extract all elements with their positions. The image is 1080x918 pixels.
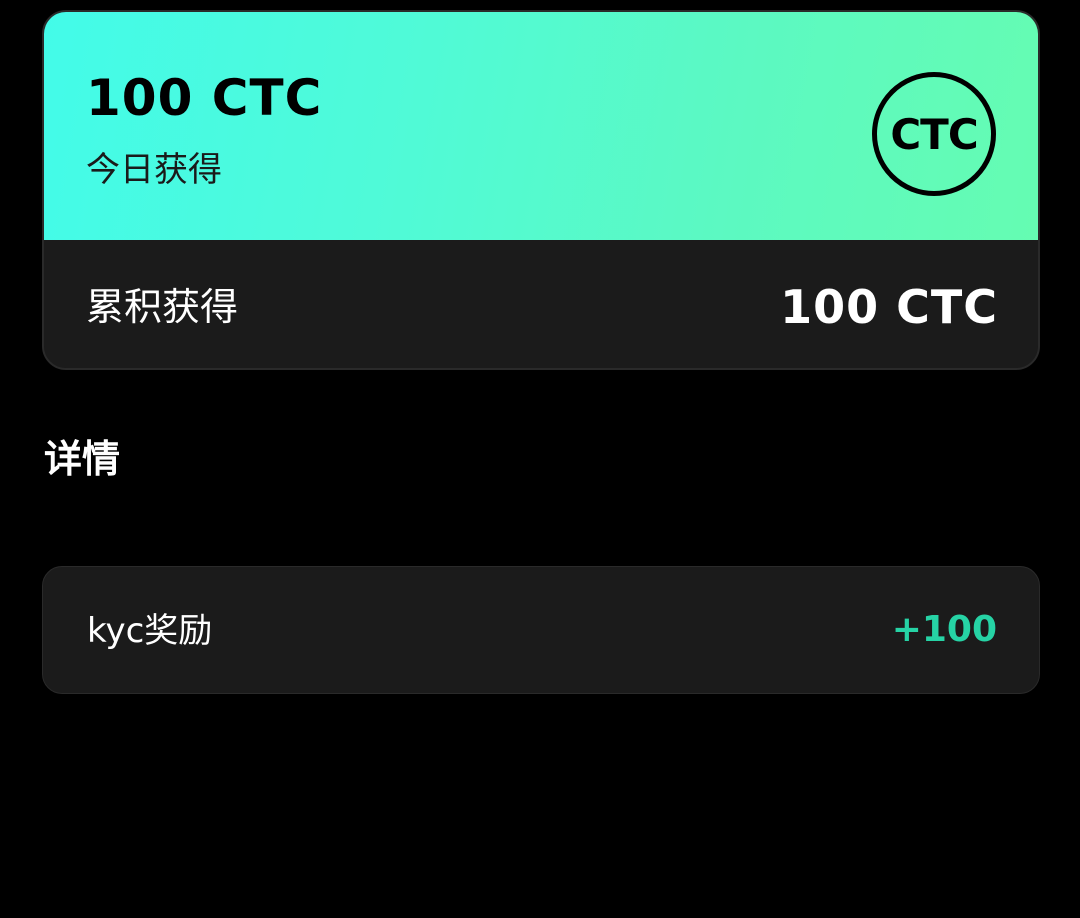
today-earnings-amount: 100 CTC [86, 69, 323, 127]
today-earnings-panel: 100 CTC 今日获得 CTC [44, 12, 1038, 240]
detail-item-value: +100 [891, 609, 997, 650]
earnings-summary-card: 100 CTC 今日获得 CTC 累积获得 100 CTC [42, 10, 1040, 370]
details-section-title: 详情 [44, 437, 121, 481]
detail-item-label: kyc奖励 [87, 611, 213, 651]
total-earnings-label: 累积获得 [86, 285, 239, 329]
list-item[interactable]: kyc奖励 +100 [42, 566, 1040, 694]
total-earnings-amount: 100 CTC [780, 280, 998, 334]
total-earnings-row: 累积获得 100 CTC [44, 240, 1038, 368]
today-earnings-label: 今日获得 [86, 150, 222, 190]
ctc-logo-text: CTC [890, 109, 978, 159]
ctc-coin-icon: CTC [872, 72, 996, 196]
